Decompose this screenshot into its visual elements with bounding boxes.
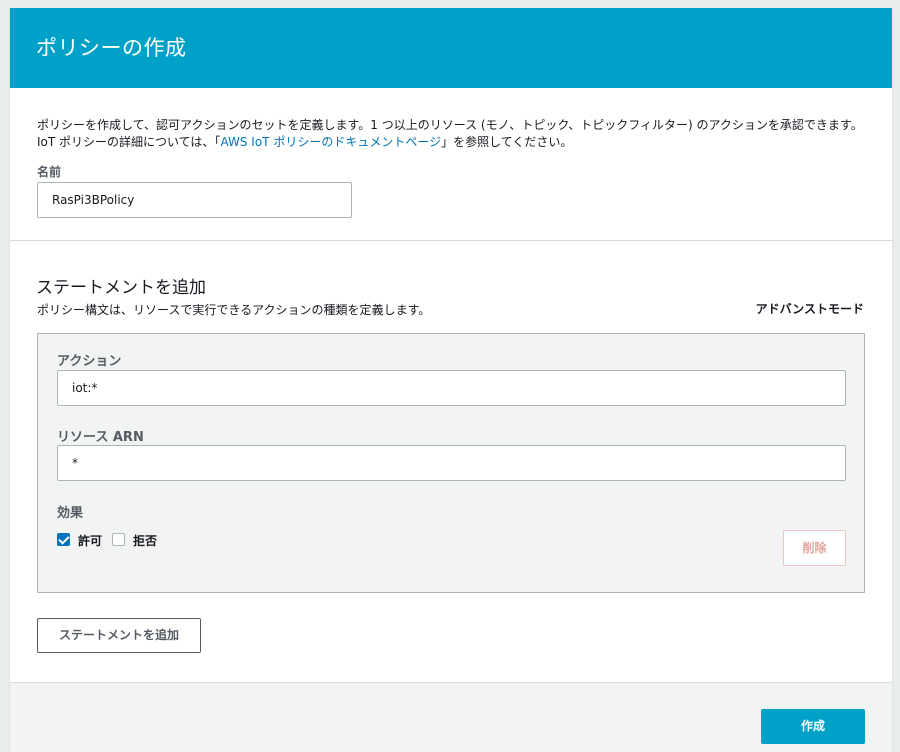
effect-label: 効果 xyxy=(57,506,84,521)
page-header: ポリシーの作成 xyxy=(10,8,892,88)
deny-checkbox[interactable] xyxy=(112,533,125,546)
section-divider xyxy=(10,240,892,241)
statement-editor: アクション iot:* リソース ARN * 効果 許可 拒否 削除 xyxy=(37,333,865,593)
add-statement-button[interactable]: ステートメントを追加 xyxy=(37,618,201,653)
add-statement-description: ポリシー構文は、リソースで実行できるアクションの種類を定義します。 xyxy=(37,303,431,317)
page-title: ポリシーの作成 xyxy=(36,36,187,60)
allow-label: 許可 xyxy=(78,534,103,548)
name-label: 名前 xyxy=(37,165,62,179)
deny-label: 拒否 xyxy=(133,534,158,548)
intro-description: ポリシーを作成して、認可アクションのセットを定義します。1 つ以上のリソース (… xyxy=(37,117,867,151)
footer-bar: 作成 xyxy=(10,682,892,752)
advanced-mode-link[interactable]: アドバンストモード xyxy=(756,300,864,317)
action-input[interactable]: iot:* xyxy=(57,370,846,406)
allow-checkbox[interactable] xyxy=(57,533,70,546)
resource-arn-label: リソース ARN xyxy=(57,430,144,445)
policy-docs-link[interactable]: AWS IoT ポリシーのドキュメントページ xyxy=(220,135,441,149)
policy-name-input[interactable]: RasPi3BPolicy xyxy=(37,182,352,218)
delete-statement-button[interactable]: 削除 xyxy=(783,530,846,566)
create-policy-panel: ポリシーの作成 ポリシーを作成して、認可アクションのセットを定義します。1 つ以… xyxy=(10,8,892,752)
action-label: アクション xyxy=(57,354,122,369)
intro-text-after: 」を参照してください。 xyxy=(441,135,573,149)
create-button[interactable]: 作成 xyxy=(761,709,865,744)
resource-arn-input[interactable]: * xyxy=(57,445,846,481)
add-statement-heading: ステートメントを追加 xyxy=(36,278,206,298)
